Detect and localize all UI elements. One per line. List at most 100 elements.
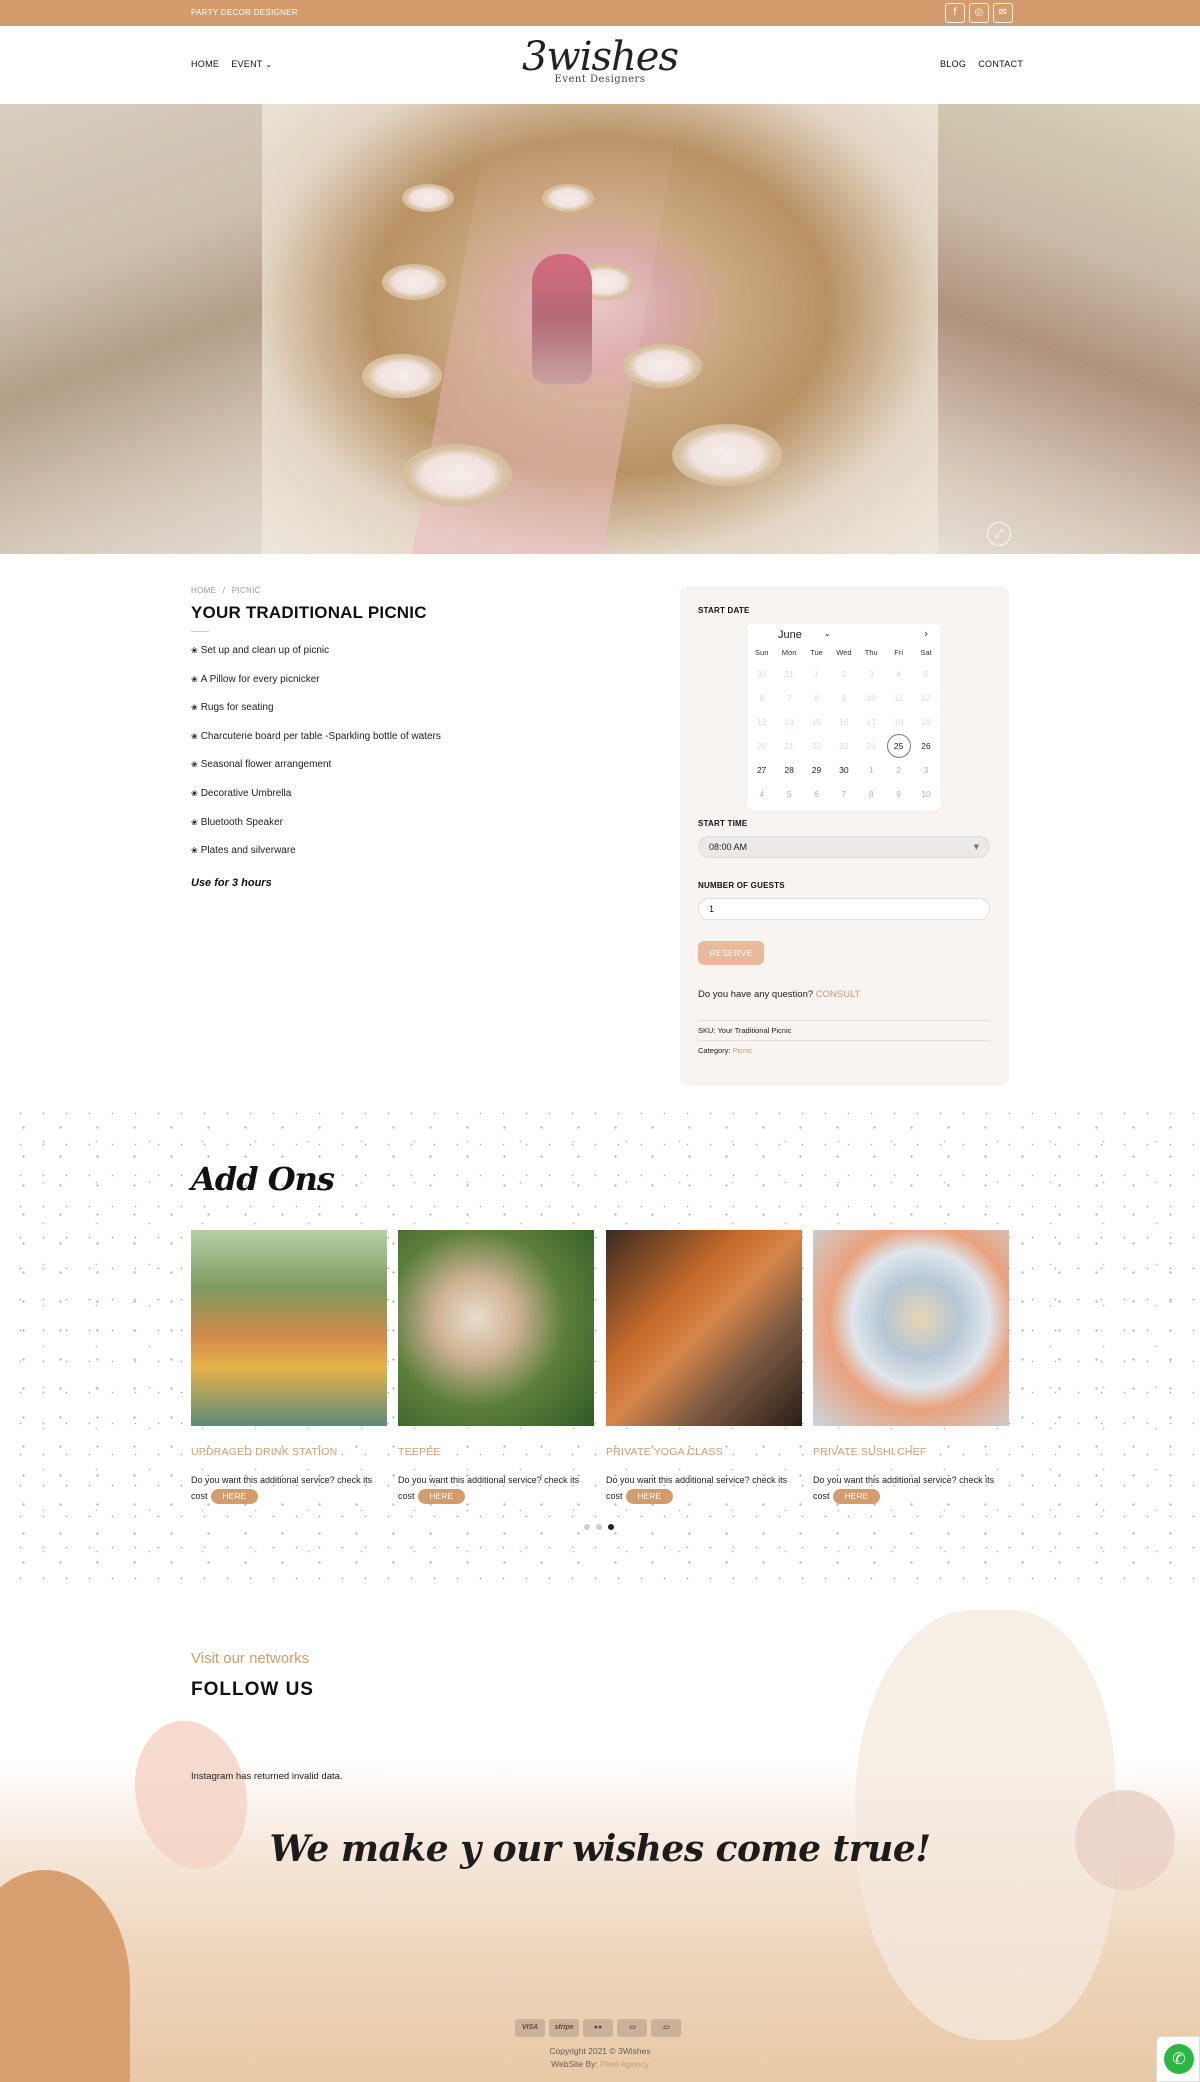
chevron-down-icon[interactable]: ⌄ — [824, 629, 831, 638]
site-logo[interactable]: 3wishes Event Designers — [520, 32, 680, 102]
agency-link[interactable]: Pixel Agency — [600, 2059, 649, 2069]
calendar-week: 6 7 8 9 10 11 12 — [748, 686, 940, 710]
list-item: ❀ Plates and silverware — [191, 845, 441, 874]
divider — [698, 1040, 990, 1041]
follow-kicker: Visit our networks — [191, 1650, 310, 1667]
start-time-label: START TIME — [698, 819, 748, 828]
calendar-day: 3 — [868, 669, 874, 679]
calendar-day[interactable]: 3 — [912, 758, 939, 782]
facebook-icon[interactable]: f — [945, 3, 965, 23]
calendar-day: 2 — [841, 669, 847, 679]
calendar-day[interactable]: 10 — [912, 782, 939, 806]
list-item: ❀ Charcuterie board per table -Sparkling … — [191, 731, 441, 760]
flower-bullet-icon: ❀ — [191, 674, 198, 684]
calendar-day[interactable]: 7 — [830, 782, 857, 806]
calendar-day-selected[interactable]: 25 — [886, 734, 911, 758]
calendar-day: 6 — [759, 693, 765, 703]
calendar-week: 4 5 6 7 8 9 10 — [748, 782, 940, 806]
nav-home[interactable]: HOME — [191, 59, 219, 69]
next-month-icon[interactable]: › — [924, 627, 928, 640]
month-select[interactable]: June — [778, 629, 802, 641]
sku-label: SKU: — [698, 1026, 716, 1035]
calendar-day[interactable]: 28 — [775, 758, 802, 782]
envelope-icon[interactable]: ✉ — [993, 3, 1013, 23]
addon-description: Do you want this additional service? che… — [606, 1472, 802, 1504]
addon-card[interactable]: PRIVATE YOGA CLASS Do you want this addi… — [606, 1230, 802, 1504]
calendar-day[interactable]: 27 — [748, 758, 775, 782]
addon-title[interactable]: TEEPEE — [398, 1446, 594, 1458]
nav-contact[interactable]: CONTACT — [978, 59, 1023, 69]
here-button[interactable]: HERE — [832, 1489, 881, 1504]
calendar-day: 16 — [839, 717, 849, 727]
calendar-day[interactable]: 4 — [748, 782, 775, 806]
pagination-dot-active[interactable] — [608, 1524, 614, 1530]
calendar-day[interactable]: 29 — [803, 758, 830, 782]
addon-title[interactable]: PRIVATE YOGA CLASS — [606, 1446, 802, 1458]
here-button[interactable]: HERE — [210, 1489, 259, 1504]
weekday-header: Sun Mon Tue Wed Thu Fri Sat — [748, 648, 940, 657]
whatsapp-widget[interactable]: ✆ — [1156, 2036, 1200, 2082]
yoga-class-image[interactable] — [606, 1230, 802, 1426]
calendar-day[interactable]: 30 — [830, 758, 857, 782]
calendar-day[interactable]: 5 — [775, 782, 802, 806]
category-label: Category: — [698, 1046, 731, 1055]
visa-icon: VISA — [515, 2019, 545, 2037]
calendar-day[interactable]: 8 — [858, 782, 885, 806]
here-button[interactable]: HERE — [625, 1489, 674, 1504]
gallery-main-image[interactable] — [262, 104, 938, 554]
start-time-select[interactable]: 08:00 AM ▼ — [698, 836, 990, 858]
cash-on-delivery-icon: ▭ — [651, 2019, 681, 2037]
drink-station-image[interactable] — [191, 1230, 387, 1426]
product-gallery[interactable]: ⤢ — [0, 104, 1200, 554]
pagination-dot[interactable] — [596, 1524, 602, 1530]
question-text: Do you have any question? — [698, 989, 814, 1000]
instagram-icon[interactable]: ◎ — [969, 3, 989, 23]
pagination-dot[interactable] — [584, 1524, 590, 1530]
weekday: Thu — [864, 648, 878, 657]
sushi-chef-image[interactable] — [813, 1230, 1009, 1426]
bank-transfer-icon: ▭ — [617, 2019, 647, 2037]
mastercard-icon: ●● — [583, 2019, 613, 2037]
nav-blog[interactable]: BLOG — [940, 59, 966, 69]
calendar-day: 10 — [866, 693, 876, 703]
whatsapp-icon[interactable]: ✆ — [1164, 2044, 1194, 2074]
addon-card[interactable]: TEEPEE Do you want this additional servi… — [398, 1230, 594, 1504]
list-item: ❀ Rugs for seating — [191, 702, 441, 731]
calendar-day: 17 — [866, 717, 876, 727]
calendar-day: 15 — [811, 717, 822, 727]
weekday: Fri — [894, 648, 904, 657]
nav-event[interactable]: EVENT ⌄ — [231, 59, 272, 69]
addon-card[interactable]: PRIVATE SUSHI CHEF Do you want this addi… — [813, 1230, 1009, 1504]
gallery-prev-overlay — [0, 104, 262, 554]
category-link[interactable]: Picnic — [733, 1046, 753, 1055]
addon-title[interactable]: PRIVATE SUSHI CHEF — [813, 1446, 1009, 1458]
teepee-image[interactable] — [398, 1230, 594, 1426]
calendar-day: 11 — [894, 693, 904, 703]
calendar-day: 22 — [811, 741, 822, 751]
calendar-day: 5 — [923, 669, 929, 679]
sku-value: Your Traditional Picnic — [717, 1026, 792, 1035]
here-button[interactable]: HERE — [417, 1489, 466, 1504]
guests-input[interactable]: 1 — [698, 898, 990, 920]
calendar-day[interactable]: 2 — [885, 758, 912, 782]
flower-bullet-icon: ❀ — [191, 788, 198, 798]
addon-title[interactable]: UPDRAGED DRINK STATION — [191, 1446, 387, 1458]
site-header: HOME EVENT ⌄ 3wishes Event Designers BLO… — [0, 26, 1200, 104]
breadcrumb-separator: / — [222, 586, 226, 595]
calendar-day[interactable]: 6 — [803, 782, 830, 806]
calendar-day: 4 — [896, 669, 902, 679]
consult-link[interactable]: CONSULT — [816, 989, 861, 1000]
weekday: Sun — [755, 648, 769, 657]
breadcrumb-home[interactable]: HOME — [191, 586, 216, 595]
calendar-day[interactable]: 9 — [885, 782, 912, 806]
calendar-day[interactable]: 1 — [858, 758, 885, 782]
plate — [542, 184, 594, 212]
list-item: ❀ Seasonal flower arrangement — [191, 759, 441, 788]
calendar-day[interactable]: 26 — [912, 734, 939, 758]
expand-icon[interactable]: ⤢ — [987, 522, 1011, 546]
addons-title: Add Ons — [191, 1160, 335, 1198]
addon-card[interactable]: UPDRAGED DRINK STATION Do you want this … — [191, 1230, 387, 1504]
social-links: f ◎ ✉ — [945, 3, 1013, 23]
reserve-button[interactable]: RESERVE — [698, 941, 764, 965]
breadcrumb-picnic[interactable]: PICNIC — [232, 586, 261, 595]
